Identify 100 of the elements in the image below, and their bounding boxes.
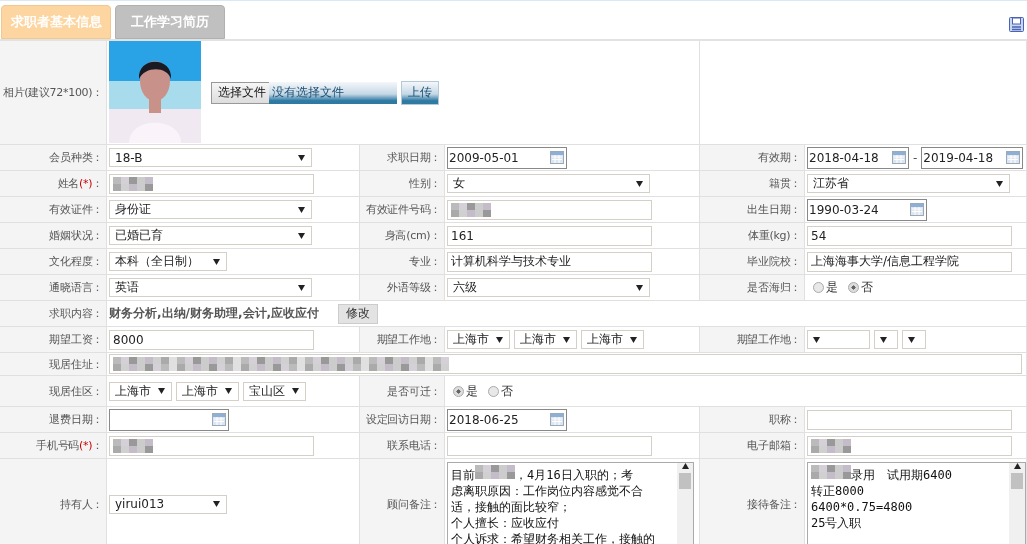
calendar-icon[interactable] bbox=[550, 151, 564, 164]
field-label: 现居住址： bbox=[0, 353, 107, 375]
field-label: 出生日期： bbox=[700, 197, 805, 222]
select-field[interactable]: 江苏省 bbox=[807, 174, 1010, 193]
input-field[interactable] bbox=[447, 435, 652, 456]
radio-icon[interactable] bbox=[453, 385, 464, 397]
radio-option[interactable]: 否 bbox=[848, 279, 873, 296]
input-field[interactable] bbox=[109, 435, 314, 456]
caret-icon bbox=[880, 336, 887, 343]
calendar-icon[interactable] bbox=[910, 203, 924, 216]
select-field[interactable]: yirui013 bbox=[109, 494, 227, 514]
caret-icon bbox=[996, 180, 1003, 187]
select-field[interactable] bbox=[874, 330, 898, 349]
note-text: ，4月16日入职的；考 bbox=[515, 468, 633, 482]
notes-field[interactable]: 目前 ，4月16日入职的；考 虑离职原因：工作岗位内容感觉不合 适，接触的面比较窄； 个人擅长：应收应付 个人诉求：希望财务相关工作，接触的 bbox=[447, 462, 694, 544]
note-text: 个人擅长：应收应付 bbox=[451, 516, 559, 530]
input-field[interactable]: 上海海事大学/信息工程学院 bbox=[807, 251, 1012, 272]
field-label: 有效证件号码： bbox=[360, 197, 445, 222]
input-field[interactable] bbox=[807, 435, 1012, 456]
input-field[interactable] bbox=[447, 199, 652, 220]
input-field[interactable]: 161 bbox=[447, 225, 652, 246]
select-field[interactable] bbox=[902, 330, 926, 349]
field-label: 有效期： bbox=[700, 145, 805, 170]
scrollbar[interactable] bbox=[677, 463, 693, 544]
caret-icon bbox=[158, 388, 165, 394]
scroll-thumb[interactable] bbox=[679, 473, 691, 489]
radio-icon[interactable] bbox=[848, 282, 859, 293]
caret-icon bbox=[298, 206, 305, 213]
field-label: 现居住区： bbox=[0, 376, 107, 406]
radio-icon[interactable] bbox=[488, 385, 499, 397]
calendar-icon[interactable] bbox=[550, 413, 564, 426]
scroll-thumb[interactable] bbox=[1011, 473, 1023, 489]
input-field[interactable]: 54 bbox=[807, 225, 1012, 246]
field-label: 通晓语言： bbox=[0, 275, 107, 300]
select-field[interactable]: 宝山区 bbox=[243, 381, 306, 401]
select-field[interactable]: 上海市 bbox=[109, 381, 172, 401]
input-field[interactable] bbox=[109, 354, 1022, 374]
radio-option[interactable]: 是 bbox=[813, 279, 838, 296]
field-label: 退费日期： bbox=[0, 407, 107, 432]
field-label: 性别： bbox=[360, 171, 445, 196]
blurred-text bbox=[113, 438, 153, 453]
notes-field[interactable]: 录用 试用期6400 转正8000 6400*0.75=4800 25号入职 bbox=[807, 462, 1026, 544]
field-label: 电子邮箱： bbox=[700, 433, 805, 458]
select-field[interactable]: 六级 bbox=[447, 278, 650, 297]
input-field[interactable]: 计算机科学与技术专业 bbox=[447, 251, 652, 272]
caret-icon bbox=[298, 284, 305, 291]
select-field[interactable]: 身份证 bbox=[109, 200, 312, 219]
select-field[interactable]: 女 bbox=[447, 174, 650, 193]
caret-icon bbox=[813, 336, 820, 343]
select-field[interactable]: 上海市 bbox=[581, 330, 644, 349]
field-label: 顾问备注： bbox=[360, 459, 445, 544]
select-field[interactable]: 18-B bbox=[109, 148, 312, 167]
date-field[interactable]: 2018-04-18 bbox=[807, 146, 909, 169]
field-label: 职称： bbox=[700, 407, 805, 432]
field-label: 是否海归： bbox=[700, 275, 805, 300]
input-field[interactable] bbox=[807, 409, 1012, 430]
field-label: 求职内容： bbox=[0, 301, 107, 326]
caret-icon bbox=[213, 501, 220, 507]
select-field[interactable]: 上海市 bbox=[447, 330, 510, 349]
calendar-icon[interactable] bbox=[1006, 151, 1021, 164]
file-status-text: 没有选择文件 bbox=[269, 81, 397, 104]
scrollbar[interactable] bbox=[1009, 463, 1025, 544]
date-field[interactable]: 2019-04-18 bbox=[921, 146, 1024, 169]
field-label: 接待备注： bbox=[700, 459, 805, 544]
calendar-icon[interactable] bbox=[212, 413, 226, 426]
select-field[interactable]: 本科（全日制） bbox=[109, 252, 227, 271]
select-field[interactable]: 上海市 bbox=[176, 381, 239, 401]
field-label: 外语等级： bbox=[360, 275, 445, 300]
radio-icon[interactable] bbox=[813, 282, 824, 293]
radio-option[interactable]: 是 bbox=[453, 382, 478, 400]
blurred-text bbox=[451, 202, 491, 217]
field-label: 期望工作地： bbox=[360, 327, 445, 352]
select-field[interactable]: 上海市 bbox=[514, 330, 577, 349]
input-field[interactable]: 8000 bbox=[109, 329, 314, 350]
field-label: 持有人： bbox=[0, 459, 107, 544]
field-label: 婚姻状况： bbox=[0, 223, 107, 248]
upload-button[interactable]: 上传 bbox=[401, 80, 439, 105]
select-field[interactable] bbox=[807, 330, 870, 349]
date-field[interactable]: 2018-06-25 bbox=[447, 408, 567, 431]
date-field[interactable]: 2009-05-01 bbox=[447, 146, 567, 169]
save-icon[interactable] bbox=[1009, 17, 1024, 32]
blurred-text bbox=[475, 465, 515, 479]
field-label: 求职日期： bbox=[360, 145, 445, 170]
input-field[interactable] bbox=[109, 173, 314, 194]
field-label: 体重(kg)： bbox=[700, 223, 805, 248]
field-label: 手机号码(*)： bbox=[0, 433, 107, 458]
select-field[interactable]: 已婚已育 bbox=[109, 226, 312, 245]
caret-icon bbox=[496, 336, 503, 343]
note-text: 目前 bbox=[451, 468, 475, 482]
radio-option[interactable]: 否 bbox=[488, 382, 513, 400]
field-label: 相片(建议72*100)： bbox=[0, 41, 107, 144]
field-label: 期望工资： bbox=[0, 327, 107, 352]
date-field[interactable] bbox=[109, 408, 229, 431]
date-field[interactable]: 1990-03-24 bbox=[807, 198, 927, 221]
edit-button[interactable]: 修改 bbox=[338, 303, 378, 324]
note-text: 25号入职 bbox=[811, 516, 862, 530]
select-field[interactable]: 英语 bbox=[109, 278, 312, 297]
caret-icon bbox=[681, 463, 689, 469]
calendar-icon[interactable] bbox=[892, 151, 906, 164]
caret-icon bbox=[298, 232, 305, 239]
